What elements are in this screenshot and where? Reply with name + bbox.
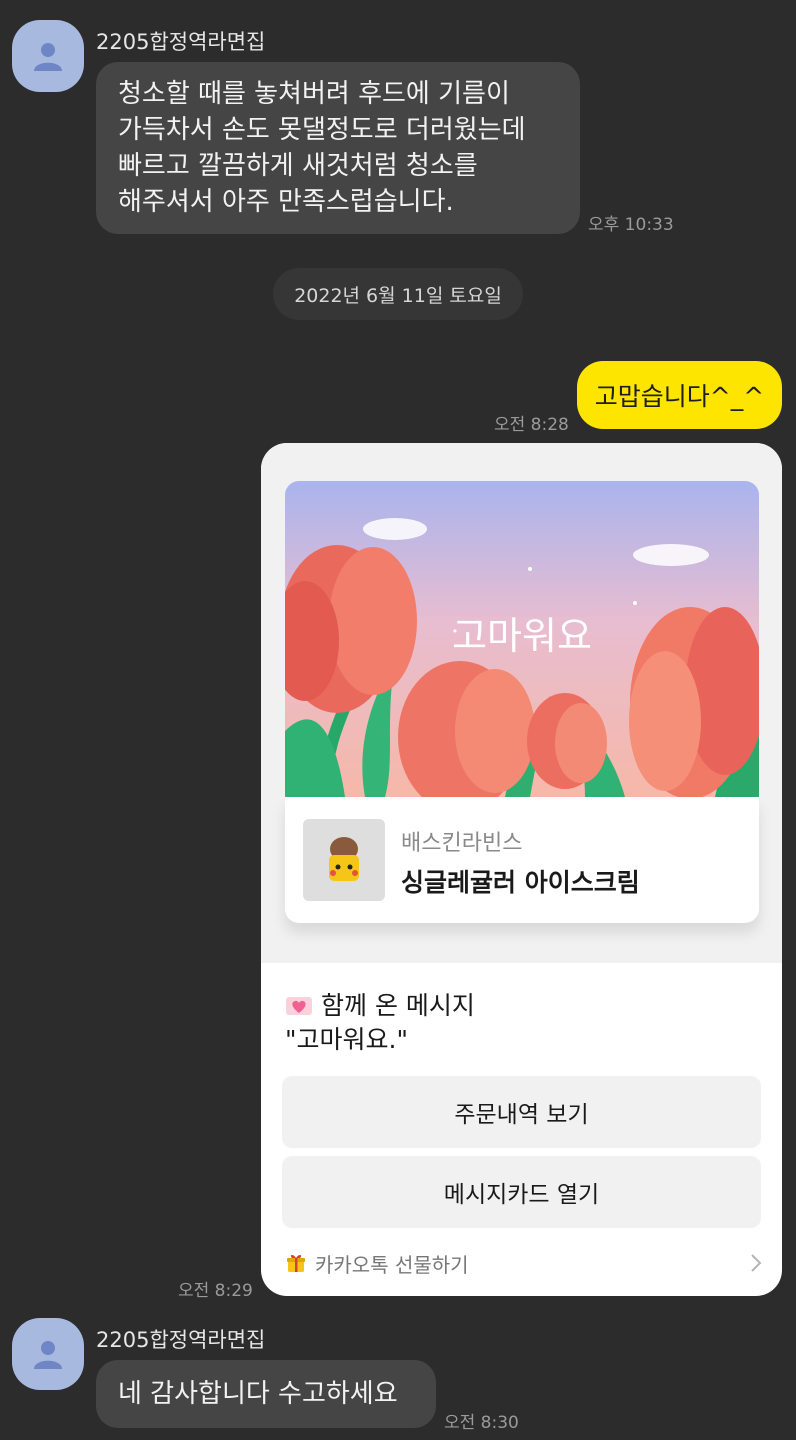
- message-bubble[interactable]: 네 감사합니다 수고하세요: [96, 1360, 436, 1428]
- gift-message: 함께 온 메시지 "고마워요.": [285, 989, 755, 1057]
- open-message-card-button[interactable]: 메시지카드 열기: [282, 1156, 761, 1228]
- sender-avatar[interactable]: [12, 1318, 84, 1390]
- message-time: 오전 8:28: [494, 415, 569, 435]
- message-text: "고마워요.": [285, 1025, 408, 1054]
- sender-name: 2205합정역라면집: [96, 30, 266, 54]
- person-icon: [34, 43, 62, 71]
- message-bubble[interactable]: 청소할 때를 놓쳐버려 후드에 기름이 가득차서 손도 못댈정도로 더러웠는데 …: [96, 62, 580, 234]
- chevron-right-icon: [751, 1254, 762, 1272]
- banner-title: 고마워요: [452, 614, 592, 658]
- product-name: 싱글레귤러 아이스크림: [401, 868, 640, 897]
- message-line: 가득차서 손도 못댈정도로 더러웠는데: [118, 115, 526, 145]
- message-line: 해주셔서 아주 만족스럽습니다.: [118, 187, 454, 217]
- date-divider: 2022년 6월 11일 토요일: [273, 268, 523, 320]
- product-brand: 배스킨라빈스: [401, 831, 523, 856]
- message-line: 빠르고 깔끔하게 새것처럼 청소를: [118, 151, 478, 181]
- message-time: 오후 10:33: [588, 215, 674, 235]
- view-order-button[interactable]: 주문내역 보기: [282, 1076, 761, 1148]
- sender-name: 2205합정역라면집: [96, 1328, 266, 1352]
- sender-avatar[interactable]: [12, 20, 84, 92]
- person-icon: [34, 1341, 62, 1369]
- outgoing-bubble[interactable]: 고맙습니다^_^: [577, 361, 782, 429]
- message-time: 오전 8:30: [444, 1413, 519, 1433]
- message-label: 함께 온 메시지: [321, 991, 475, 1020]
- product-thumbnail: [303, 819, 385, 901]
- gift-box-icon: [287, 1254, 305, 1272]
- gift-footer[interactable]: 카카오톡 선물하기: [285, 1245, 765, 1281]
- message-line: 청소할 때를 놓쳐버려 후드에 기름이: [118, 79, 510, 109]
- product-box[interactable]: 배스킨라빈스 싱글레귤러 아이스크림: [285, 797, 759, 923]
- heart-letter-icon: [286, 997, 312, 1015]
- gift-banner[interactable]: 고마워요: [285, 481, 759, 797]
- gift-card[interactable]: 고마워요 배스킨라빈스 싱글레귤러 아이스크림 함께 온 메시지 "고마워요.": [261, 443, 782, 1296]
- ice-cream-icon: [329, 837, 359, 881]
- message-time: 오전 8:29: [178, 1281, 253, 1301]
- footer-label: 카카오톡 선물하기: [315, 1252, 469, 1277]
